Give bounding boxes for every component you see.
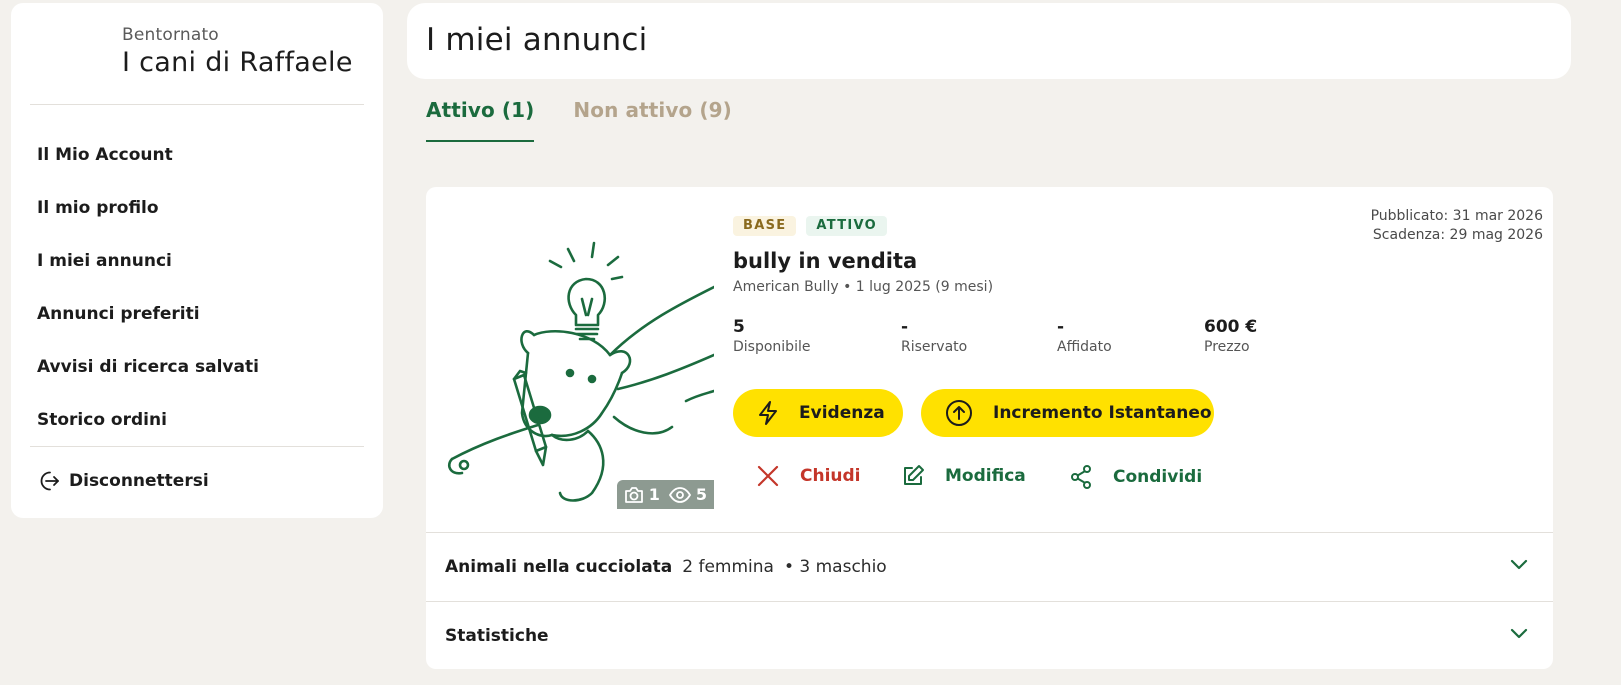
chevron-down-icon	[1510, 559, 1528, 570]
listing-title[interactable]: bully in vendita	[733, 249, 917, 273]
close-label: Chiudi	[800, 466, 861, 486]
listing-tabs: Attivo (1) Non attivo (9)	[426, 98, 771, 142]
stat-value: -	[1057, 317, 1065, 337]
stat-entrusted: - Affidato	[1057, 317, 1112, 355]
photo-count: 1	[648, 485, 660, 504]
sidebar-item-favorites[interactable]: Annunci preferiti	[37, 293, 259, 346]
sidebar-item-my-listings[interactable]: I miei annunci	[37, 240, 259, 293]
page-header: I miei annunci	[407, 3, 1571, 79]
page-title: I miei annunci	[426, 22, 648, 58]
share-label: Condividi	[1113, 467, 1203, 487]
tab-inactive[interactable]: Non attivo (9)	[573, 98, 732, 142]
close-listing-button[interactable]: Chiudi	[756, 464, 861, 488]
sidebar-item-account[interactable]: Il Mio Account	[37, 134, 259, 187]
statistics-row[interactable]: Statistiche	[426, 601, 1553, 669]
eye-icon	[668, 486, 691, 503]
instant-boost-button[interactable]: Incremento Istantaneo	[921, 389, 1214, 437]
close-icon	[757, 465, 779, 487]
edit-label: Modifica	[945, 466, 1026, 486]
lightning-icon	[759, 401, 777, 425]
share-listing-button[interactable]: Condividi	[1069, 464, 1202, 490]
sidebar-item-profile[interactable]: Il mio profilo	[37, 187, 259, 240]
statistics-title: Statistiche	[445, 625, 549, 646]
sidebar-divider	[30, 446, 364, 447]
welcome-text: Bentornato	[122, 25, 219, 45]
sidebar-nav: Il Mio Account Il mio profilo I miei ann…	[37, 134, 259, 452]
stat-price: 600 € Prezzo	[1204, 317, 1257, 355]
sidebar-item-saved-searches[interactable]: Avvisi di ricerca salvati	[37, 346, 259, 399]
logout-label: Disconnettersi	[69, 471, 209, 491]
dog-illustration	[448, 241, 714, 502]
plan-badge: BASE	[733, 216, 797, 236]
listing-dates: Pubblicato: 31 mar 2026 Scadenza: 29 mag…	[1371, 207, 1543, 245]
welcome-block: Bentornato I cani di Raffaele	[122, 25, 372, 78]
chevron-down-icon	[1510, 628, 1528, 639]
stat-label: Prezzo	[1204, 339, 1250, 355]
sidebar-item-order-history[interactable]: Storico ordini	[37, 399, 259, 452]
sidebar: Bentornato I cani di Raffaele Il Mio Acc…	[11, 3, 383, 518]
litter-females: 2 femmina	[682, 556, 774, 577]
stat-label: Riservato	[901, 339, 968, 355]
stat-reserved: - Riservato	[901, 317, 967, 355]
user-name: I cani di Raffaele	[122, 47, 353, 78]
stat-available: 5 Disponibile	[733, 317, 810, 355]
listing-photo[interactable]: 1 5	[442, 203, 714, 509]
stat-label: Affidato	[1057, 339, 1112, 355]
logout-icon	[40, 471, 59, 491]
stat-label: Disponibile	[733, 339, 811, 355]
listing-badges: BASE ATTIVO	[733, 216, 888, 236]
stat-value: 600 €	[1204, 317, 1258, 337]
edit-listing-button[interactable]: Modifica	[901, 464, 1026, 488]
tab-active[interactable]: Attivo (1)	[426, 98, 535, 142]
sidebar-divider	[30, 104, 364, 105]
expiry-date: Scadenza: 29 mag 2026	[1372, 227, 1543, 243]
litter-row[interactable]: Animali nella cucciolata 2 femmina • 3 m…	[426, 532, 1553, 600]
arrow-up-circle-icon	[946, 400, 972, 426]
published-date: Pubblicato: 31 mar 2026	[1370, 208, 1543, 224]
highlight-label: Evidenza	[799, 403, 885, 423]
status-badge: ATTIVO	[806, 216, 888, 236]
litter-males: • 3 maschio	[783, 556, 887, 577]
litter-title: Animali nella cucciolata	[445, 556, 673, 577]
listing-subtitle: American Bully • 1 lug 2025 (9 mesi)	[733, 279, 994, 295]
view-count: 5	[695, 485, 707, 504]
stat-value: -	[901, 317, 909, 337]
share-icon	[1071, 465, 1091, 489]
logout-button[interactable]: Disconnettersi	[37, 469, 209, 493]
instant-boost-label: Incremento Istantaneo	[993, 403, 1212, 423]
edit-icon	[904, 465, 924, 485]
photo-stats-badge: 1 5	[616, 480, 714, 509]
listing-card: 1 5 BASE ATTIVO Pubblicato: 31 mar 2026 …	[426, 187, 1553, 669]
highlight-button[interactable]: Evidenza	[733, 389, 903, 437]
stat-value: 5	[733, 317, 745, 337]
camera-icon	[624, 486, 643, 503]
